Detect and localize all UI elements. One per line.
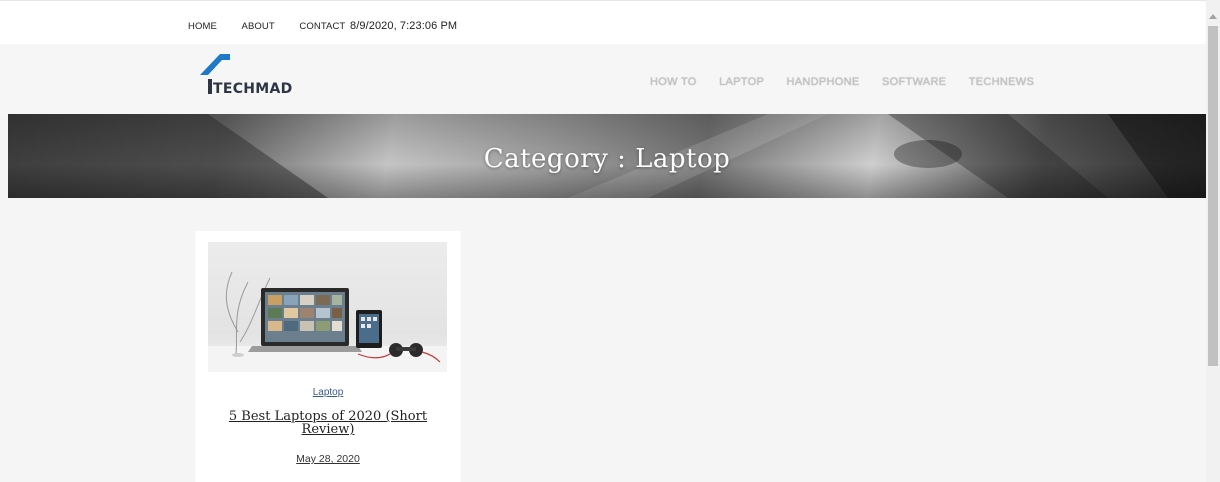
post-category-link[interactable]: Laptop (195, 387, 461, 398)
nav-item-how-to[interactable]: HOW TO (650, 76, 697, 88)
laptop-photo-image (208, 271, 447, 372)
post-card: Laptop 5 Best Laptops of 2020 (Short Rev… (195, 231, 461, 482)
site-logo[interactable]: TECHMAD (198, 54, 292, 98)
top-link-home[interactable]: HOME (188, 21, 217, 32)
current-datetime: 8/9/2020, 7:23:06 PM (349, 20, 458, 32)
top-link-contact[interactable]: CONTACT (299, 21, 345, 32)
post-thumbnail[interactable] (208, 242, 447, 372)
scrollbar-thumb[interactable] (1208, 26, 1218, 366)
nav-item-laptop[interactable]: LAPTOP (719, 76, 764, 88)
page-scrollbar[interactable] (1206, 0, 1220, 482)
post-date-link[interactable]: May 28, 2020 (195, 453, 461, 465)
top-link-about[interactable]: ABOUT (242, 21, 275, 32)
top-bar: HOME ABOUT CONTACT 8/9/2020, 7:23:06 PM (0, 0, 1206, 45)
category-banner: Category : Laptop (8, 114, 1206, 198)
page-title: Category : Laptop (483, 144, 731, 174)
nav-item-handphone[interactable]: HANDPHONE (787, 76, 860, 88)
top-links: HOME ABOUT CONTACT 8/9/2020, 7:23:06 PM (188, 20, 479, 32)
scroll-up-arrow-icon[interactable] (1209, 14, 1217, 19)
post-title-link[interactable]: 5 Best Laptops of 2020 (Short Review) (215, 410, 441, 436)
nav-item-software[interactable]: SOFTWARE (882, 76, 946, 88)
logo-text: TECHMAD (213, 81, 293, 97)
site-header: TECHMAD HOW TO LAPTOP HANDPHONE SOFTWARE… (0, 44, 1206, 114)
main-nav: HOW TO LAPTOP HANDPHONE SOFTWARE TECHNEW… (650, 72, 1052, 90)
nav-item-technews[interactable]: TECHNEWS (969, 76, 1034, 88)
